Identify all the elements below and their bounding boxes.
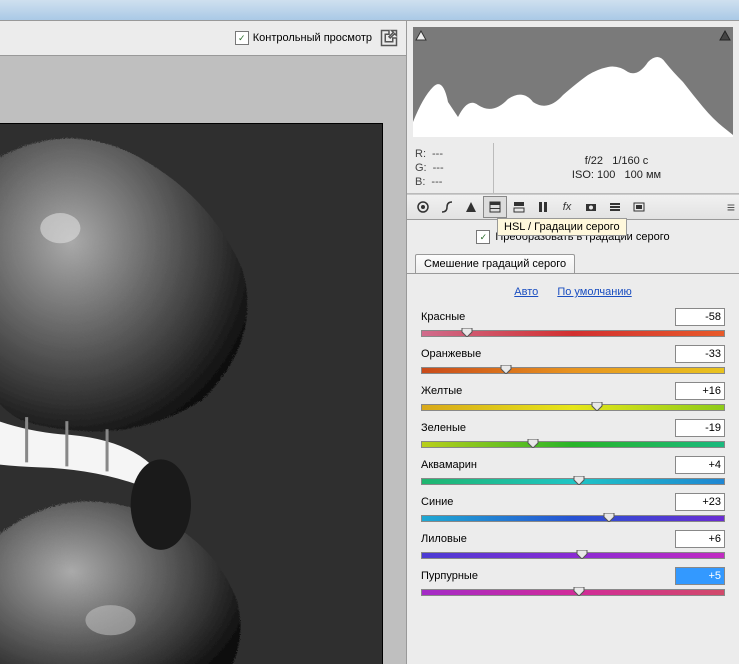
control-preview-label: Контрольный просмотр bbox=[253, 32, 372, 44]
tab-gray-mix[interactable]: Смешение градаций серого bbox=[415, 254, 575, 273]
slider-label: Аквамарин bbox=[421, 459, 477, 471]
auto-link[interactable]: Авто bbox=[514, 286, 538, 298]
image-canvas[interactable] bbox=[0, 124, 382, 664]
preset-links: Авто По умолчанию bbox=[421, 286, 725, 298]
slider-row: Аквамарин +4 bbox=[421, 456, 725, 486]
preview-toolbar: Контрольный просмотр bbox=[0, 20, 406, 56]
slider-value-input[interactable]: +6 bbox=[675, 530, 725, 548]
slider-track[interactable] bbox=[421, 439, 725, 449]
slider-thumb-icon[interactable] bbox=[500, 365, 512, 374]
slider-row: Синие +23 bbox=[421, 493, 725, 523]
slider-thumb-icon[interactable] bbox=[576, 550, 588, 559]
preview-area bbox=[0, 56, 406, 664]
slider-thumb-icon[interactable] bbox=[591, 402, 603, 411]
slider-label: Лиловые bbox=[421, 533, 467, 545]
slider-track[interactable] bbox=[421, 365, 725, 375]
preview-pane: Контрольный просмотр bbox=[0, 20, 407, 664]
slider-label: Пурпурные bbox=[421, 570, 478, 582]
split-panel-icon[interactable] bbox=[507, 196, 531, 218]
slider-value-input[interactable]: -58 bbox=[675, 308, 725, 326]
titlebar bbox=[0, 0, 739, 20]
exposure-readout: f/22 1/160 с ISO: 100 100 мм bbox=[494, 143, 739, 193]
slider-value-input[interactable]: -33 bbox=[675, 345, 725, 363]
hsl-panel-icon[interactable] bbox=[483, 196, 507, 218]
slider-value-input[interactable]: +4 bbox=[675, 456, 725, 474]
info-row: R:--- G:--- B:--- f/22 1/160 с ISO: 100 … bbox=[407, 143, 739, 194]
slider-value-input[interactable]: +23 bbox=[675, 493, 725, 511]
slider-thumb-icon[interactable] bbox=[573, 587, 585, 596]
slider-track[interactable] bbox=[421, 476, 725, 486]
default-link[interactable]: По умолчанию bbox=[557, 286, 631, 298]
histogram[interactable] bbox=[413, 27, 733, 137]
adjustments-pane: R:--- G:--- B:--- f/22 1/160 с ISO: 100 … bbox=[407, 20, 739, 664]
app-window: Контрольный просмотр bbox=[0, 0, 739, 664]
panel-menu-icon[interactable]: ≡ bbox=[727, 199, 735, 215]
presets-panel-icon[interactable] bbox=[603, 196, 627, 218]
slider-row: Пурпурные +5 bbox=[421, 567, 725, 597]
slider-track[interactable] bbox=[421, 550, 725, 560]
slider-label: Оранжевые bbox=[421, 348, 481, 360]
fullscreen-icon[interactable] bbox=[378, 27, 400, 49]
panel-toolbar: fx ≡ HSL / Градации серого bbox=[407, 194, 739, 220]
slider-track[interactable] bbox=[421, 402, 725, 412]
fx-panel-icon[interactable]: fx bbox=[555, 196, 579, 218]
camera-panel-icon[interactable] bbox=[579, 196, 603, 218]
basic-panel-icon[interactable] bbox=[411, 196, 435, 218]
histogram-container bbox=[407, 21, 739, 143]
slider-label: Зеленые bbox=[421, 422, 466, 434]
slider-row: Оранжевые -33 bbox=[421, 345, 725, 375]
slider-value-input[interactable]: +5 bbox=[675, 567, 725, 585]
slider-track[interactable] bbox=[421, 328, 725, 338]
gray-mix-panel: Авто По умолчанию Красные -58 Оранжевые -33… bbox=[407, 273, 739, 664]
tooltip: HSL / Градации серого bbox=[497, 218, 627, 236]
slider-label: Желтые bbox=[421, 385, 462, 397]
lens-panel-icon[interactable] bbox=[531, 196, 555, 218]
slider-value-input[interactable]: -19 bbox=[675, 419, 725, 437]
curve-panel-icon[interactable] bbox=[435, 196, 459, 218]
checkbox-icon bbox=[476, 230, 490, 244]
slider-track[interactable] bbox=[421, 513, 725, 523]
slider-thumb-icon[interactable] bbox=[527, 439, 539, 448]
checkbox-icon bbox=[235, 31, 249, 45]
control-preview-checkbox[interactable]: Контрольный просмотр bbox=[235, 31, 372, 45]
slider-row: Лиловые +6 bbox=[421, 530, 725, 560]
slider-track[interactable] bbox=[421, 587, 725, 597]
slider-row: Желтые +16 bbox=[421, 382, 725, 412]
snapshot-panel-icon[interactable] bbox=[627, 196, 651, 218]
tabstrip: Смешение градаций серого bbox=[407, 254, 739, 273]
slider-row: Красные -58 bbox=[421, 308, 725, 338]
slider-thumb-icon[interactable] bbox=[461, 328, 473, 337]
slider-label: Красные bbox=[421, 311, 465, 323]
slider-thumb-icon[interactable] bbox=[603, 513, 615, 522]
detail-panel-icon[interactable] bbox=[459, 196, 483, 218]
rgb-readout: R:--- G:--- B:--- bbox=[407, 143, 494, 193]
slider-label: Синие bbox=[421, 496, 453, 508]
slider-thumb-icon[interactable] bbox=[573, 476, 585, 485]
slider-value-input[interactable]: +16 bbox=[675, 382, 725, 400]
slider-row: Зеленые -19 bbox=[421, 419, 725, 449]
